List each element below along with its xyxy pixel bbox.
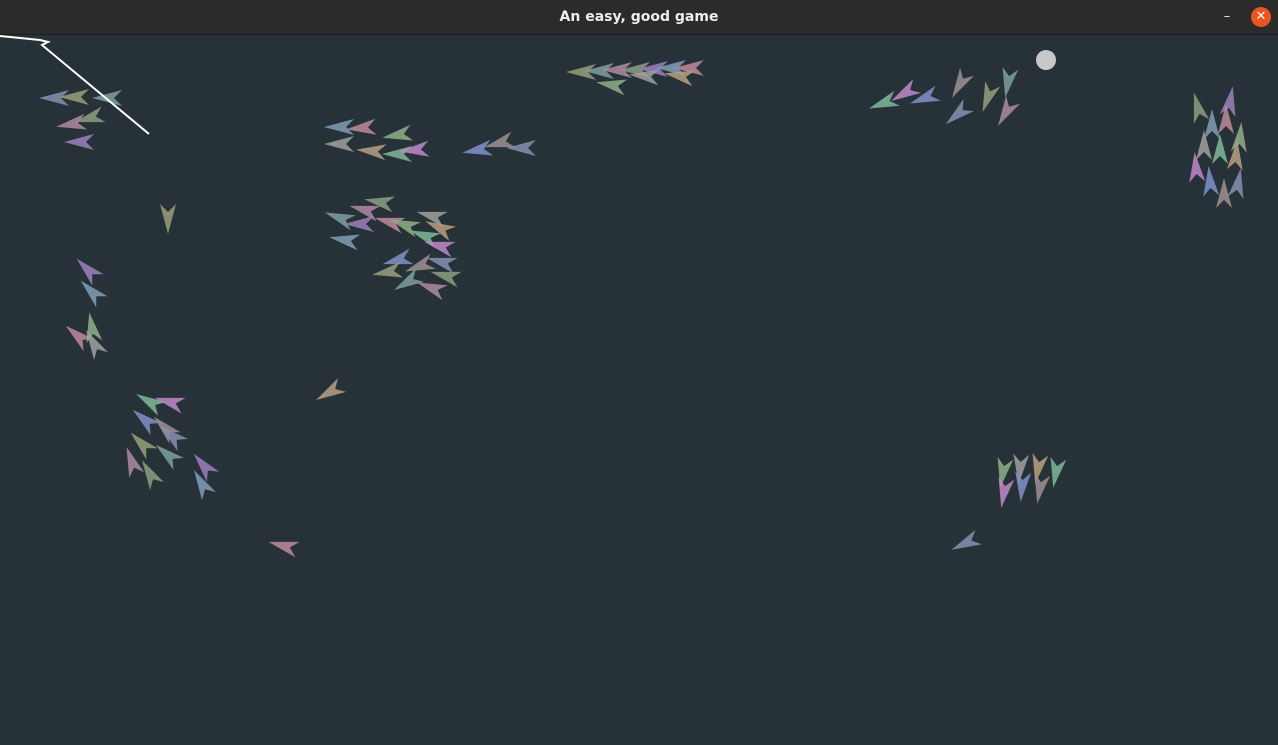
boid-icon [1002,66,1019,98]
minimize-button[interactable]: – [1216,7,1238,27]
boid-icon [194,470,216,501]
boid-icon [1189,152,1206,183]
ball [1036,50,1056,70]
boid-icon [982,81,1001,113]
boid-icon [268,541,300,558]
game-canvas[interactable] [0,35,1278,745]
boid-icon [1230,122,1247,153]
boid-icon [356,144,387,161]
boid-icon [909,85,941,104]
boid-icon [1203,166,1220,197]
boid-icon [160,204,176,234]
boid-icon [1196,130,1212,160]
boid-icon [155,444,184,471]
boid-icon [324,136,354,152]
boid-icon [382,124,414,141]
boid-icon [998,95,1020,126]
boid-icon [1219,86,1236,118]
boid-icon [998,476,1015,508]
boid-icon [951,529,983,550]
boid-icon [952,67,974,98]
boid-icon [382,248,414,265]
boid-icon [76,258,104,286]
boid-icon [316,378,347,400]
boid-icon [142,460,164,491]
boid-icon [462,139,494,156]
boid-icon [64,134,94,150]
boid-icon [329,234,361,251]
close-button[interactable]: ✕ [1251,7,1271,27]
window-title: An easy, good game [559,9,719,25]
game-window: An easy, good game – ✕ [0,0,1278,745]
boid-flock [39,60,1247,558]
boid-icon [324,119,354,135]
boid-icon [945,98,974,125]
boid-icon [506,140,536,156]
boid-icon [1015,471,1032,502]
boid-icon [193,453,220,482]
boid-icon [868,90,900,109]
boid-icon [324,212,356,231]
boid-icon [56,113,88,130]
boid-icon [426,257,458,274]
boid-icon [1212,134,1228,164]
boid-icon [1034,472,1051,504]
boid-icon [1204,109,1220,139]
title-bar[interactable]: An easy, good game – ✕ [0,0,1278,35]
boid-icon [1193,92,1210,124]
boid-icon [372,261,404,278]
boid-icon [1227,168,1244,200]
boid-icon [404,253,436,272]
boid-icon [1050,456,1067,488]
